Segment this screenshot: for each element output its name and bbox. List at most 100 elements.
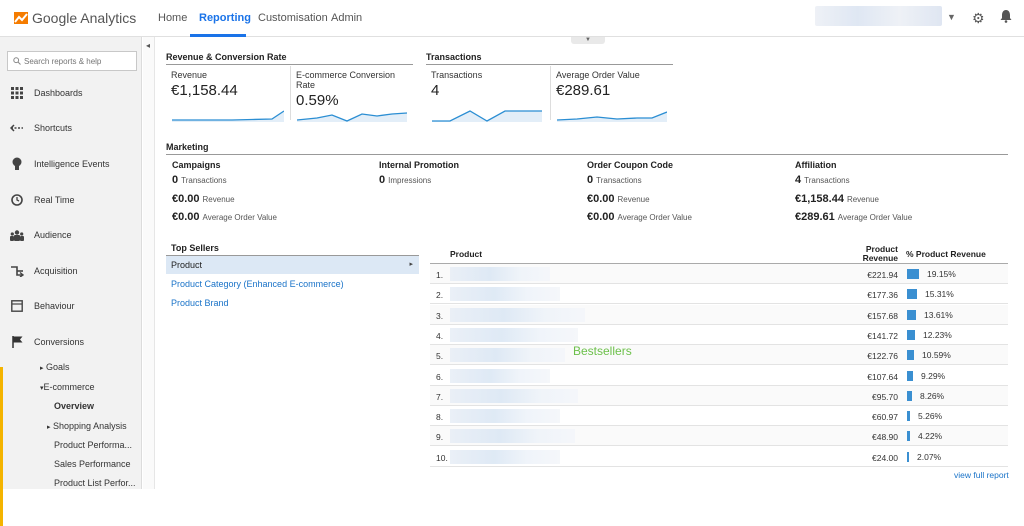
row-number: 2. — [436, 290, 444, 301]
metric-average-order-value[interactable]: Average Order Value €289.61 — [551, 64, 675, 128]
tab-reporting[interactable]: Reporting — [199, 12, 251, 24]
table-row[interactable]: 3. €157.68 13.61% — [430, 304, 1008, 325]
account-selector[interactable] — [815, 6, 942, 26]
top-sellers-product[interactable]: Product ▸ — [166, 256, 419, 274]
revenue-share-pct: 8.26% — [920, 390, 945, 401]
marketing-value: 0 — [379, 174, 386, 186]
table-row[interactable]: 1. €221.94 19.15% — [430, 264, 1008, 284]
row-number: 3. — [436, 310, 444, 321]
column-header-product-revenue[interactable]: Product Revenue — [856, 245, 898, 263]
notifications-bell-icon[interactable] — [1000, 9, 1012, 23]
revenue-share-pct: 9.29% — [921, 370, 946, 381]
table-row[interactable]: 9. €48.90 4.22% — [430, 426, 1008, 447]
link-product-category[interactable]: Product Category (Enhanced E-commerce) — [171, 279, 344, 289]
sidebar-item-shortcuts[interactable]: Shortcuts — [0, 117, 142, 139]
revenue-share-pct: 12.23% — [923, 329, 952, 340]
sidebar-item-dashboards[interactable]: Dashboards — [0, 82, 142, 104]
revenue-share-pct: 19.15% — [927, 269, 956, 279]
table-row[interactable]: 4. €141.72 12.23% — [430, 325, 1008, 345]
lightbulb-icon — [10, 157, 24, 171]
marketing-row[interactable]: €0.00 Average Order Value — [587, 211, 692, 223]
tab-admin[interactable]: Admin — [331, 12, 362, 24]
marketing-row[interactable]: €1,158.44 Revenue — [795, 193, 879, 205]
product-name-redacted[interactable] — [450, 267, 550, 281]
sidebar-sub-product-performance[interactable]: Product Performa... — [54, 440, 132, 450]
tab-customisation[interactable]: Customisation — [258, 12, 328, 24]
view-full-report-link[interactable]: view full report — [954, 470, 1009, 480]
product-name-redacted[interactable] — [450, 327, 578, 342]
sidebar-sub-product-list[interactable]: Product List Perfor... — [54, 478, 136, 488]
metric-label: Transactions — [431, 70, 483, 80]
product-name-redacted[interactable] — [450, 307, 585, 322]
product-name-redacted[interactable] — [450, 429, 575, 444]
column-header-product[interactable]: Product — [450, 250, 482, 259]
revenue-share-bar — [907, 350, 914, 361]
sidebar-sub-sales-performance[interactable]: Sales Performance — [54, 459, 131, 469]
marketing-row[interactable]: 0 Transactions — [172, 174, 227, 186]
sidebar-item-conversions[interactable]: Conversions — [0, 331, 142, 353]
marketing-row[interactable]: 0 Transactions — [587, 174, 642, 186]
product-name-redacted[interactable] — [450, 388, 578, 403]
sidebar-item-intelligence-events[interactable]: Intelligence Events — [0, 153, 142, 175]
revenue-share-pct: 10.59% — [922, 350, 951, 361]
row-number: 8. — [436, 412, 444, 423]
sidebar-sub-goals[interactable]: ▸ Goals — [40, 362, 70, 372]
product-name-redacted[interactable] — [450, 409, 560, 424]
sidebar-sub-overview[interactable]: Overview — [54, 401, 94, 411]
metric-label: Average Order Value — [556, 70, 640, 80]
search-input[interactable] — [24, 56, 134, 66]
sidebar-item-acquisition[interactable]: Acquisition — [0, 260, 142, 282]
table-row[interactable]: 6. €107.64 9.29% — [430, 366, 1008, 386]
marketing-row[interactable]: 4 Transactions — [795, 174, 850, 186]
marketing-row[interactable]: €0.00 Average Order Value — [172, 211, 277, 223]
table-row[interactable]: 7. €95.70 8.26% — [430, 385, 1008, 406]
table-row[interactable]: 5. €122.76 10.59% — [430, 345, 1008, 366]
top-sellers-label: Product — [171, 260, 203, 270]
marketing-row[interactable]: €0.00 Revenue — [172, 193, 235, 205]
row-number: 5. — [436, 351, 444, 362]
link-product-brand[interactable]: Product Brand — [171, 298, 229, 308]
metric-revenue[interactable]: Revenue €1,158.44 — [166, 64, 290, 128]
account-dropdown-icon[interactable]: ▼ — [947, 12, 956, 22]
metric-conversion-rate[interactable]: E-commerce Conversion Rate 0.59% — [291, 64, 415, 128]
revenue-share-pct: 13.61% — [924, 309, 953, 320]
product-name-redacted[interactable] — [450, 449, 560, 464]
marketing-row[interactable]: €0.00 Revenue — [587, 193, 650, 205]
sidebar-item-audience[interactable]: Audience — [0, 224, 142, 246]
product-name-redacted[interactable] — [450, 368, 550, 383]
product-revenue: €95.70 — [872, 391, 898, 402]
settings-gear-icon[interactable]: ⚙ — [972, 10, 985, 27]
sidebar-item-label: Conversions — [34, 337, 85, 347]
sidebar-collapse-toggle[interactable]: ◂ — [143, 37, 155, 489]
active-tab-indicator — [190, 34, 246, 37]
column-header-pct-revenue[interactable]: % Product Revenue — [906, 250, 986, 259]
metric-transactions[interactable]: Transactions 4 — [426, 64, 550, 128]
product-name-redacted[interactable] — [450, 287, 560, 302]
marketing-value: €1,158.44 — [795, 193, 844, 205]
sidebar-sub-shopping-analysis[interactable]: ▸ Shopping Analysis — [47, 421, 127, 431]
table-row[interactable]: 8. €60.97 5.26% — [430, 406, 1008, 427]
app-logo[interactable]: Google Analytics — [14, 10, 136, 26]
chevron-right-icon: ▸ — [409, 261, 413, 268]
table-header: Product Product Revenue % Product Revenue — [430, 244, 1008, 264]
header-line: Revenue — [862, 253, 898, 263]
sidebar-sub-ecommerce[interactable]: ▾E-commerce — [40, 382, 95, 392]
marketing-campaigns-title: Campaigns — [172, 160, 221, 170]
tab-home[interactable]: Home — [158, 12, 187, 24]
search-box[interactable] — [7, 51, 137, 71]
table-row[interactable]: 10. €24.00 2.07% — [430, 447, 1008, 467]
revenue-share-bar — [907, 370, 913, 381]
expand-header-icon[interactable]: ▼ — [571, 37, 605, 44]
product-name-redacted[interactable] — [450, 348, 565, 363]
table-row[interactable]: 2. €177.36 15.31% — [430, 284, 1008, 305]
marketing-row[interactable]: €289.61 Average Order Value — [795, 211, 912, 223]
marketing-value: €0.00 — [172, 193, 200, 205]
top-sellers-title: Top Sellers — [166, 243, 419, 256]
sidebar-item-label: Real Time — [34, 195, 75, 205]
revenue-share-bar — [907, 431, 910, 442]
sidebar-item-real-time[interactable]: Real Time — [0, 189, 142, 211]
product-revenue: €24.00 — [872, 452, 898, 463]
marketing-row[interactable]: 0 Impressions — [379, 174, 431, 186]
sidebar-item-behaviour[interactable]: Behaviour — [0, 295, 142, 317]
sparkline-transactions — [432, 110, 542, 122]
